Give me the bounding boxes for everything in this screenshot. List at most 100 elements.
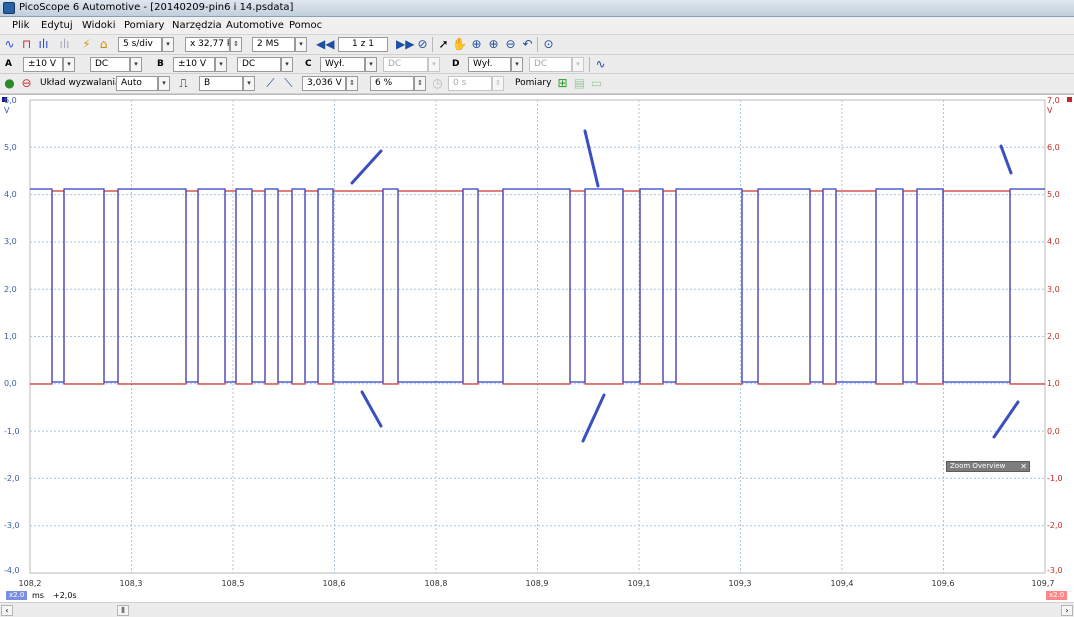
scope-view[interactable] — [0, 94, 1074, 602]
trigger-edge-icon[interactable]: ⎍ — [176, 76, 191, 91]
menu-narzedzia[interactable]: Narzędzia — [172, 20, 222, 31]
x-axis-tick: 109,7 — [1031, 579, 1055, 588]
add-measurement-icon[interactable]: ⊞ — [555, 76, 570, 91]
toolbar-separator — [589, 57, 590, 72]
right-axis-tick: 1,0 — [1047, 379, 1060, 388]
trigger-source-select[interactable]: B — [199, 76, 243, 91]
right-axis-tick: -1,0 — [1047, 474, 1063, 483]
zoom-in-icon[interactable]: ⊕ — [486, 37, 501, 52]
channel-c-label[interactable]: C — [305, 59, 312, 69]
channel-a-range-dropdown-icon[interactable]: ▾ — [63, 57, 75, 72]
left-axis-tick: -4,0 — [4, 566, 20, 575]
pointer-tool-icon[interactable]: ➚ — [436, 37, 451, 52]
samples-dropdown-icon[interactable]: ▾ — [295, 37, 307, 52]
x-axis-tick: 109,1 — [627, 579, 651, 588]
rising-edge-icon[interactable]: ⟋ — [263, 76, 278, 91]
axis-status-row: x2.0 ms +2,0s x2.0 — [0, 590, 1074, 602]
first-buffer-icon[interactable]: ◀◀ — [316, 37, 334, 52]
channel-b-range[interactable]: ±10 V — [173, 57, 215, 72]
x-axis-tick: 108,6 — [322, 579, 346, 588]
left-axis-tick: -1,0 — [4, 427, 20, 436]
stop-capture-icon[interactable]: ⊖ — [19, 76, 34, 91]
spectrum-disabled-icon: ılı — [59, 37, 70, 51]
probe-icon[interactable]: ⚡ — [79, 37, 94, 52]
trigger-mode-select[interactable]: Auto — [116, 76, 158, 91]
zoom-fit-icon[interactable]: ⊙ — [541, 37, 556, 52]
scroll-right-arrow-icon[interactable]: › — [1061, 605, 1073, 616]
trigger-mode-dropdown-icon[interactable]: ▾ — [158, 76, 170, 91]
samples-select[interactable]: 2 MS — [252, 37, 295, 52]
right-axis-tick: 5,0 — [1047, 190, 1060, 199]
trigger-delay-field: 0 s — [448, 76, 492, 91]
falling-edge-icon[interactable]: ⟍ — [281, 76, 296, 91]
menu-edytuj[interactable]: Edytuj — [41, 20, 73, 31]
measurements-label: Pomiary — [515, 78, 552, 88]
zoom-overview-title: Zoom Overview — [950, 462, 1006, 470]
right-axis-unit: V — [1047, 106, 1053, 115]
zoom-factor-field[interactable]: x 32,77 k — [185, 37, 230, 52]
threshold-spin-icon[interactable]: ⇕ — [346, 76, 358, 91]
channel-b-coupling[interactable]: DC — [237, 57, 281, 72]
right-zoom-badge[interactable]: x2.0 — [1046, 591, 1068, 600]
zoom-area-icon[interactable]: ⊕ — [469, 37, 484, 52]
zoom-overview-panel[interactable]: Zoom Overview ✕ — [946, 461, 1030, 472]
channel-b-label[interactable]: B — [157, 59, 164, 69]
trigger-source-dropdown-icon[interactable]: ▾ — [243, 76, 255, 91]
menu-pomoc[interactable]: Pomoc — [289, 20, 322, 31]
channel-a-coupling[interactable]: DC — [90, 57, 130, 72]
channel-a-range[interactable]: ±10 V — [23, 57, 63, 72]
trigger-threshold-field[interactable]: 3,036 V — [302, 76, 346, 91]
channel-a-label[interactable]: A — [5, 59, 12, 69]
left-zoom-badge[interactable]: x2.0 — [6, 591, 28, 600]
right-axis-tick: -2,0 — [1047, 521, 1063, 530]
trigger-label: Układ wyzwalania — [40, 78, 121, 88]
delete-measurement-icon: ▭ — [590, 76, 603, 90]
undo-zoom-icon[interactable]: ↶ — [520, 37, 535, 52]
spectrum-mode-icon[interactable]: ılı — [36, 37, 51, 52]
home-icon[interactable]: ⌂ — [96, 37, 111, 52]
channel-b-range-dropdown-icon[interactable]: ▾ — [215, 57, 227, 72]
scope-mode-icon[interactable]: ∿ — [2, 37, 17, 52]
channel-c-range-dropdown-icon[interactable]: ▾ — [365, 57, 377, 72]
left-axis-tick: 4,0 — [4, 190, 17, 199]
buffer-index-field[interactable]: 1 z 1 — [338, 37, 388, 52]
left-axis-tick: 2,0 — [4, 285, 17, 294]
menu-plik[interactable]: Plik — [12, 20, 29, 31]
start-capture-icon[interactable]: ● — [2, 76, 17, 91]
x-axis-offset: +2,0s — [53, 591, 77, 600]
channel-d-coupling-dropdown-icon: ▾ — [572, 57, 584, 72]
channel-a-coupling-dropdown-icon[interactable]: ▾ — [130, 57, 142, 72]
menu-widoki[interactable]: Widoki — [82, 20, 115, 31]
channel-d-range[interactable]: Wył. — [468, 57, 511, 72]
toolbar-trigger: ● ⊖ Układ wyzwalania Auto ▾ ⎍ B ▾ ⟋ ⟍ 3,… — [0, 74, 1074, 94]
channel-b-coupling-dropdown-icon[interactable]: ▾ — [281, 57, 293, 72]
left-axis-tick: -2,0 — [4, 474, 20, 483]
buffer-navigator-icon[interactable]: ⊘ — [415, 37, 430, 52]
pretrigger-field[interactable]: 6 % — [370, 76, 414, 91]
menu-automotive[interactable]: Automotive — [226, 20, 284, 31]
menu-bar: Plik Edytuj Widoki Pomiary Narzędzia Aut… — [0, 17, 1074, 35]
horizontal-scrollbar[interactable]: ‹ ⦀ › — [0, 602, 1074, 617]
close-icon[interactable]: ✕ — [1020, 462, 1027, 471]
pretrigger-spin-icon[interactable]: ⇕ — [414, 76, 426, 91]
channel-d-range-dropdown-icon[interactable]: ▾ — [511, 57, 523, 72]
x-axis-tick: 108,5 — [221, 579, 245, 588]
math-channels-icon[interactable]: ∿ — [593, 57, 608, 72]
scroll-thumb[interactable]: ⦀ — [117, 605, 129, 616]
channel-c-range[interactable]: Wył. — [320, 57, 365, 72]
right-axis-tick: 3,0 — [1047, 285, 1060, 294]
channel-c-coupling-dropdown-icon: ▾ — [428, 57, 440, 72]
next-buffer-icon[interactable]: ▶▶ — [396, 37, 414, 52]
zoom-spin-icon[interactable]: ⇕ — [230, 37, 242, 52]
menu-pomiary[interactable]: Pomiary — [124, 20, 164, 31]
scroll-left-arrow-icon[interactable]: ‹ — [1, 605, 13, 616]
timebase-dropdown-icon[interactable]: ▾ — [162, 37, 174, 52]
hand-tool-icon[interactable]: ✋ — [452, 37, 467, 52]
channel-d-label[interactable]: D — [452, 59, 459, 69]
timebase-select[interactable]: 5 s/div — [118, 37, 162, 52]
x-axis-tick: 109,6 — [931, 579, 955, 588]
left-axis-tick: 0,0 — [4, 379, 17, 388]
persistence-mode-icon[interactable]: ⊓ — [19, 37, 34, 52]
zoom-out-icon[interactable]: ⊖ — [503, 37, 518, 52]
x-axis-tick: 108,2 — [18, 579, 42, 588]
